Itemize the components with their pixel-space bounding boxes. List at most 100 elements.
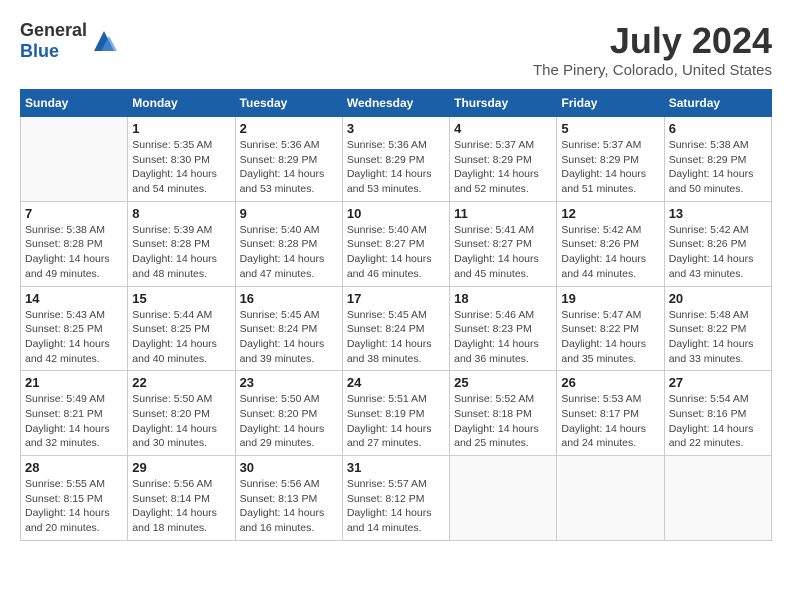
calendar-cell: 15Sunrise: 5:44 AM Sunset: 8:25 PM Dayli… xyxy=(128,286,235,371)
day-info: Sunrise: 5:50 AM Sunset: 8:20 PM Dayligh… xyxy=(132,392,230,451)
day-info: Sunrise: 5:47 AM Sunset: 8:22 PM Dayligh… xyxy=(561,308,659,367)
calendar-cell: 18Sunrise: 5:46 AM Sunset: 8:23 PM Dayli… xyxy=(450,286,557,371)
calendar-cell xyxy=(664,456,771,541)
day-number: 17 xyxy=(347,291,445,306)
day-info: Sunrise: 5:38 AM Sunset: 8:28 PM Dayligh… xyxy=(25,223,123,282)
calendar-cell: 25 Sunrise: 5:52 AM Sunset: 8:18 PM Dayli… xyxy=(450,371,557,456)
calendar-cell: 1 Sunrise: 5:35 AM Sunset: 8:30 PM Daylig… xyxy=(128,117,235,202)
day-info: Sunrise: 5:53 AM Sunset: 8:17 PM Dayligh… xyxy=(561,392,659,451)
location-text: The Pinery, Colorado, United States xyxy=(533,62,772,79)
day-info: Sunrise: 5:42 AM Sunset: 8:26 PM Dayligh… xyxy=(669,223,767,282)
day-info: Sunrise: 5:37 AM Sunset: 8:29 PM Dayligh… xyxy=(454,138,552,197)
day-info: Sunrise: 5:42 AM Sunset: 8:26 PM Dayligh… xyxy=(561,223,659,282)
day-info: Sunrise: 5:37 AM Sunset: 8:29 PM Dayligh… xyxy=(561,138,659,197)
day-info: Sunrise: 5:41 AM Sunset: 8:27 PM Dayligh… xyxy=(454,223,552,282)
day-info: Sunrise: 5:45 AM Sunset: 8:24 PM Dayligh… xyxy=(347,308,445,367)
day-info: Sunrise: 5:35 AM Sunset: 8:30 PM Dayligh… xyxy=(132,138,230,197)
calendar-cell: 12 Sunrise: 5:42 AM Sunset: 8:26 PM Dayli… xyxy=(557,201,664,286)
calendar-cell: 23 Sunrise: 5:50 AM Sunset: 8:20 PM Dayli… xyxy=(235,371,342,456)
calendar-cell: 3Sunrise: 5:36 AM Sunset: 8:29 PM Daylig… xyxy=(342,117,449,202)
day-info: Sunrise: 5:49 AM Sunset: 8:21 PM Dayligh… xyxy=(25,392,123,451)
day-info: Sunrise: 5:43 AM Sunset: 8:25 PM Dayligh… xyxy=(25,308,123,367)
calendar-cell: 14 Sunrise: 5:43 AM Sunset: 8:25 PM Dayli… xyxy=(21,286,128,371)
day-info: Sunrise: 5:38 AM Sunset: 8:29 PM Dayligh… xyxy=(669,138,767,197)
calendar-cell: 29 Sunrise: 5:56 AM Sunset: 8:14 PM Dayli… xyxy=(128,456,235,541)
logo-icon xyxy=(89,26,119,56)
day-number: 31 xyxy=(347,460,445,475)
month-year-title: July 2024 xyxy=(533,20,772,62)
calendar-week-2: 7 Sunrise: 5:38 AM Sunset: 8:28 PM Daylig… xyxy=(21,201,772,286)
day-number: 9 xyxy=(240,206,338,221)
day-number: 7 xyxy=(25,206,123,221)
calendar-header-monday: Monday xyxy=(128,90,235,117)
day-number: 2 xyxy=(240,121,338,136)
calendar-cell: 20 Sunrise: 5:48 AM Sunset: 8:22 PM Dayli… xyxy=(664,286,771,371)
day-number: 21 xyxy=(25,375,123,390)
calendar-cell: 5 Sunrise: 5:37 AM Sunset: 8:29 PM Daylig… xyxy=(557,117,664,202)
calendar-cell: 4 Sunrise: 5:37 AM Sunset: 8:29 PM Daylig… xyxy=(450,117,557,202)
day-number: 10 xyxy=(347,206,445,221)
day-number: 27 xyxy=(669,375,767,390)
day-info: Sunrise: 5:48 AM Sunset: 8:22 PM Dayligh… xyxy=(669,308,767,367)
day-number: 4 xyxy=(454,121,552,136)
calendar-week-3: 14 Sunrise: 5:43 AM Sunset: 8:25 PM Dayli… xyxy=(21,286,772,371)
calendar-table: SundayMondayTuesdayWednesdayThursdayFrid… xyxy=(20,89,772,541)
calendar-header-sunday: Sunday xyxy=(21,90,128,117)
page-header: General Blue July 2024 The Pinery, Color… xyxy=(20,20,772,79)
day-info: Sunrise: 5:39 AM Sunset: 8:28 PM Dayligh… xyxy=(132,223,230,282)
day-info: Sunrise: 5:51 AM Sunset: 8:19 PM Dayligh… xyxy=(347,392,445,451)
day-number: 11 xyxy=(454,206,552,221)
calendar-cell: 27Sunrise: 5:54 AM Sunset: 8:16 PM Dayli… xyxy=(664,371,771,456)
calendar-cell: 10 Sunrise: 5:40 AM Sunset: 8:27 PM Dayli… xyxy=(342,201,449,286)
calendar-cell: 26 Sunrise: 5:53 AM Sunset: 8:17 PM Dayli… xyxy=(557,371,664,456)
logo: General Blue xyxy=(20,20,119,62)
calendar-cell: 16Sunrise: 5:45 AM Sunset: 8:24 PM Dayli… xyxy=(235,286,342,371)
calendar-header-row: SundayMondayTuesdayWednesdayThursdayFrid… xyxy=(21,90,772,117)
day-number: 30 xyxy=(240,460,338,475)
calendar-header-friday: Friday xyxy=(557,90,664,117)
logo-text: General Blue xyxy=(20,20,87,62)
calendar-cell: 22 Sunrise: 5:50 AM Sunset: 8:20 PM Dayli… xyxy=(128,371,235,456)
day-number: 5 xyxy=(561,121,659,136)
day-number: 14 xyxy=(25,291,123,306)
day-number: 29 xyxy=(132,460,230,475)
day-info: Sunrise: 5:57 AM Sunset: 8:12 PM Dayligh… xyxy=(347,477,445,536)
day-number: 12 xyxy=(561,206,659,221)
day-number: 1 xyxy=(132,121,230,136)
day-number: 23 xyxy=(240,375,338,390)
calendar-cell: 24Sunrise: 5:51 AM Sunset: 8:19 PM Dayli… xyxy=(342,371,449,456)
day-number: 22 xyxy=(132,375,230,390)
day-info: Sunrise: 5:40 AM Sunset: 8:27 PM Dayligh… xyxy=(347,223,445,282)
calendar-cell: 28 Sunrise: 5:55 AM Sunset: 8:15 PM Dayli… xyxy=(21,456,128,541)
day-number: 8 xyxy=(132,206,230,221)
day-info: Sunrise: 5:50 AM Sunset: 8:20 PM Dayligh… xyxy=(240,392,338,451)
calendar-cell: 8 Sunrise: 5:39 AM Sunset: 8:28 PM Daylig… xyxy=(128,201,235,286)
calendar-cell: 19 Sunrise: 5:47 AM Sunset: 8:22 PM Dayli… xyxy=(557,286,664,371)
calendar-header-saturday: Saturday xyxy=(664,90,771,117)
calendar-header-tuesday: Tuesday xyxy=(235,90,342,117)
day-number: 28 xyxy=(25,460,123,475)
day-info: Sunrise: 5:56 AM Sunset: 8:14 PM Dayligh… xyxy=(132,477,230,536)
calendar-header-thursday: Thursday xyxy=(450,90,557,117)
calendar-cell: 30 Sunrise: 5:56 AM Sunset: 8:13 PM Dayli… xyxy=(235,456,342,541)
day-number: 25 xyxy=(454,375,552,390)
day-info: Sunrise: 5:56 AM Sunset: 8:13 PM Dayligh… xyxy=(240,477,338,536)
calendar-cell: 9Sunrise: 5:40 AM Sunset: 8:28 PM Daylig… xyxy=(235,201,342,286)
day-info: Sunrise: 5:52 AM Sunset: 8:18 PM Dayligh… xyxy=(454,392,552,451)
calendar-week-4: 21 Sunrise: 5:49 AM Sunset: 8:21 PM Dayli… xyxy=(21,371,772,456)
day-number: 19 xyxy=(561,291,659,306)
calendar-week-5: 28 Sunrise: 5:55 AM Sunset: 8:15 PM Dayli… xyxy=(21,456,772,541)
day-number: 20 xyxy=(669,291,767,306)
day-number: 26 xyxy=(561,375,659,390)
calendar-header-wednesday: Wednesday xyxy=(342,90,449,117)
calendar-cell xyxy=(557,456,664,541)
day-number: 18 xyxy=(454,291,552,306)
day-info: Sunrise: 5:55 AM Sunset: 8:15 PM Dayligh… xyxy=(25,477,123,536)
calendar-cell: 11 Sunrise: 5:41 AM Sunset: 8:27 PM Dayli… xyxy=(450,201,557,286)
calendar-cell: 21 Sunrise: 5:49 AM Sunset: 8:21 PM Dayli… xyxy=(21,371,128,456)
day-number: 6 xyxy=(669,121,767,136)
calendar-cell: 7 Sunrise: 5:38 AM Sunset: 8:28 PM Daylig… xyxy=(21,201,128,286)
day-info: Sunrise: 5:44 AM Sunset: 8:25 PM Dayligh… xyxy=(132,308,230,367)
calendar-cell xyxy=(450,456,557,541)
day-info: Sunrise: 5:36 AM Sunset: 8:29 PM Dayligh… xyxy=(347,138,445,197)
